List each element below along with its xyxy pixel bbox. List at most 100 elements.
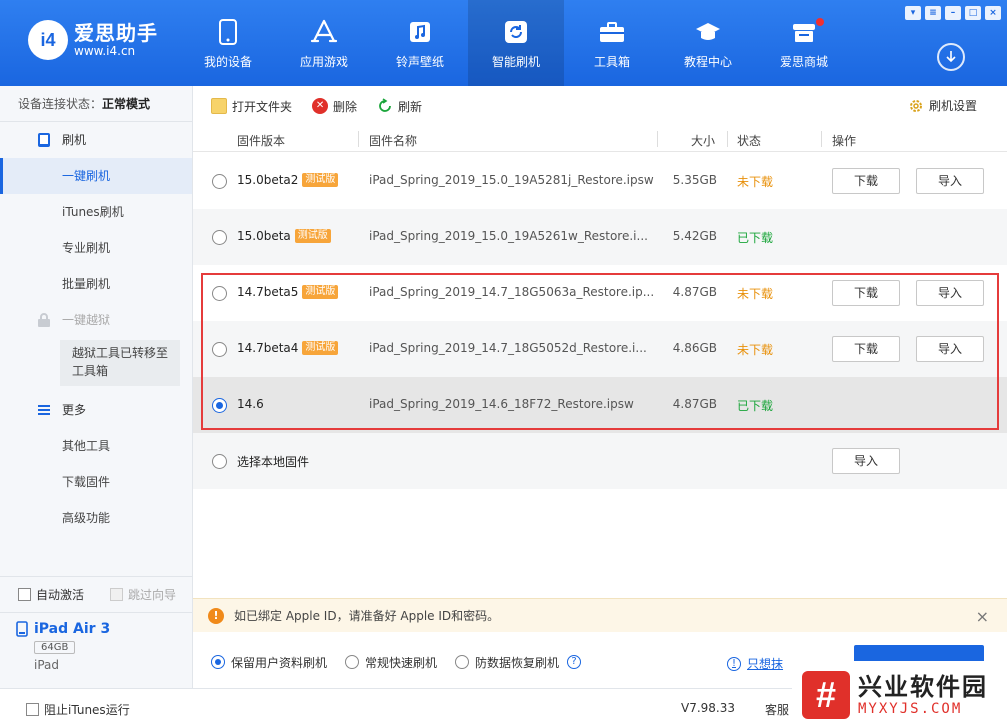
customer-service-link[interactable]: 客服 bbox=[765, 701, 789, 718]
download-icon[interactable] bbox=[937, 43, 965, 71]
status-value: 正常模式 bbox=[102, 97, 151, 111]
section-label: 更多 bbox=[62, 403, 87, 417]
table-row[interactable]: 15.0beta2 测试版 iPad_Spring_2019_15.0_19A52… bbox=[193, 153, 1007, 209]
nav-apps[interactable]: 应用游戏 bbox=[276, 0, 372, 86]
menu-icon[interactable]: ≡ bbox=[925, 6, 941, 20]
firmware-radio[interactable] bbox=[212, 342, 227, 357]
firmware-table-header: 固件版本 固件名称 大小 状态 操作 bbox=[193, 126, 1007, 152]
option-quick-flash[interactable]: 常规快速刷机 bbox=[345, 654, 437, 671]
app-version: V7.98.33 bbox=[681, 701, 736, 715]
device-type: iPad bbox=[34, 658, 60, 672]
import-button[interactable]: 导入 bbox=[916, 336, 984, 362]
option-label: 防数据恢复刷机 bbox=[475, 655, 560, 670]
nav-my-device[interactable]: 我的设备 bbox=[180, 0, 276, 86]
firmware-version: 14.6 bbox=[237, 397, 264, 411]
refresh-icon bbox=[501, 17, 531, 47]
download-button[interactable]: 下载 bbox=[832, 336, 900, 362]
block-itunes-label: 阻止iTunes运行 bbox=[44, 703, 130, 717]
close-icon[interactable]: × bbox=[985, 6, 1001, 20]
section-label: 一键越狱 bbox=[62, 313, 111, 327]
app-store-icon bbox=[309, 17, 339, 47]
gear-icon bbox=[909, 99, 922, 112]
table-row-selected[interactable]: 14.6 iPad_Spring_2019_14.6_18F72_Restore… bbox=[193, 377, 1007, 433]
firmware-radio[interactable] bbox=[212, 174, 227, 189]
nav-ringtones[interactable]: 铃声壁纸 bbox=[372, 0, 468, 86]
toolbar: 打开文件夹 ✕ 删除 刷新 刷机设置 bbox=[193, 86, 1007, 126]
sidebar-item-itunes-flash[interactable]: iTunes刷机 bbox=[0, 194, 192, 230]
import-button[interactable]: 导入 bbox=[916, 280, 984, 306]
refresh-button[interactable]: 刷新 bbox=[377, 98, 422, 115]
beta-badge: 测试版 bbox=[302, 285, 339, 299]
nav-toolbox[interactable]: 工具箱 bbox=[564, 0, 660, 86]
sidebar-item-one-click-flash[interactable]: 一键刷机 bbox=[0, 158, 192, 194]
nav-tutorials[interactable]: 教程中心 bbox=[660, 0, 756, 86]
import-button[interactable]: 导入 bbox=[916, 168, 984, 194]
sidebar-section-more: 更多 bbox=[0, 392, 192, 428]
flash-settings-button[interactable]: 刷机设置 bbox=[908, 97, 977, 114]
app-url: www.i4.cn bbox=[74, 44, 136, 58]
nav-label: 工具箱 bbox=[593, 54, 630, 69]
firmware-radio[interactable] bbox=[212, 398, 227, 413]
firmware-name: iPad_Spring_2019_14.7_18G5063a_Restore.i… bbox=[369, 285, 655, 299]
local-firmware-row[interactable]: 选择本地固件 导入 bbox=[193, 433, 1007, 489]
import-button[interactable]: 导入 bbox=[832, 448, 900, 474]
nav-shop[interactable]: 爱思商城 bbox=[756, 0, 852, 86]
help-icon[interactable]: ? bbox=[567, 655, 582, 669]
option-keep-data[interactable]: 保留用户资料刷机 bbox=[211, 654, 327, 671]
firmware-name: iPad_Spring_2019_15.0_19A5261w_Restore.i… bbox=[369, 229, 648, 243]
radio-icon bbox=[455, 655, 470, 669]
table-row[interactable]: 15.0beta 测试版 iPad_Spring_2019_15.0_19A526… bbox=[193, 209, 1007, 265]
delete-label: 删除 bbox=[333, 99, 358, 114]
sidebar-item-other-tools[interactable]: 其他工具 bbox=[0, 428, 192, 464]
firmware-radio[interactable] bbox=[212, 230, 227, 245]
refresh-icon bbox=[379, 98, 391, 112]
firmware-radio[interactable] bbox=[212, 454, 227, 469]
firmware-size: 4.86GB bbox=[672, 341, 717, 355]
device-name: iPad Air 3 bbox=[34, 621, 111, 637]
header-version: 固件版本 bbox=[237, 134, 286, 148]
option-anti-recovery[interactable]: 防数据恢复刷机 bbox=[455, 654, 559, 671]
firmware-radio[interactable] bbox=[212, 286, 227, 301]
auto-activate-checkbox[interactable] bbox=[18, 588, 31, 601]
maximize-icon[interactable]: □ bbox=[965, 6, 981, 20]
header-name: 固件名称 bbox=[369, 134, 418, 148]
block-itunes-option[interactable]: 阻止iTunes运行 bbox=[26, 701, 130, 718]
device-card[interactable]: iPad Air 3 64GB iPad bbox=[0, 612, 192, 688]
open-folder-label: 打开文件夹 bbox=[232, 99, 293, 114]
beta-badge: 测试版 bbox=[302, 173, 339, 187]
nav-label: 应用游戏 bbox=[299, 54, 348, 69]
close-icon[interactable]: × bbox=[976, 607, 989, 626]
download-button[interactable]: 下载 bbox=[832, 168, 900, 194]
download-button[interactable]: 下载 bbox=[832, 280, 900, 306]
refresh-label: 刷新 bbox=[398, 99, 423, 114]
delete-button[interactable]: ✕ 删除 bbox=[312, 98, 357, 115]
sidebar-item-pro-flash[interactable]: 专业刷机 bbox=[0, 230, 192, 266]
notice-text: 如已绑定 Apple ID，请准备好 Apple ID和密码。 bbox=[234, 609, 500, 623]
nav-label: 我的设备 bbox=[203, 54, 252, 69]
sidebar-item-batch-flash[interactable]: 批量刷机 bbox=[0, 266, 192, 302]
erase-link[interactable]: ! 只想抹 bbox=[727, 655, 783, 672]
firmware-status: 已下载 bbox=[737, 231, 774, 245]
nav-smart-flash[interactable]: 智能刷机 bbox=[468, 0, 564, 86]
watermark-url: MYXYJS.COM bbox=[858, 700, 963, 717]
sidebar-item-advanced[interactable]: 高级功能 bbox=[0, 500, 192, 536]
sidebar-item-download-firmware[interactable]: 下载固件 bbox=[0, 464, 192, 500]
open-folder-button[interactable]: 打开文件夹 bbox=[211, 98, 292, 115]
table-row[interactable]: 14.7beta5 测试版 iPad_Spring_2019_14.7_18G50… bbox=[193, 265, 1007, 321]
minimize-icon[interactable]: – bbox=[945, 6, 961, 20]
skip-guide-label: 跳过向导 bbox=[128, 588, 177, 602]
warning-icon: ! bbox=[208, 607, 224, 624]
firmware-status: 未下载 bbox=[737, 343, 774, 357]
firmware-name: iPad_Spring_2019_14.7_18G5052d_Restore.i… bbox=[369, 341, 647, 355]
firmware-status: 未下载 bbox=[737, 175, 774, 189]
auto-activate-label: 自动激活 bbox=[36, 588, 85, 602]
firmware-version: 15.0beta2 bbox=[237, 173, 299, 187]
skin-icon[interactable]: ▾ bbox=[905, 6, 921, 20]
beta-badge: 测试版 bbox=[294, 229, 331, 243]
firmware-status: 已下载 bbox=[737, 399, 774, 413]
table-row[interactable]: 14.7beta4 测试版 iPad_Spring_2019_14.7_18G50… bbox=[193, 321, 1007, 377]
option-label: 常规快速刷机 bbox=[365, 655, 438, 670]
block-itunes-checkbox[interactable] bbox=[26, 703, 39, 716]
toolbox-icon bbox=[597, 17, 627, 47]
main-nav: 我的设备 应用游戏 铃声壁纸 智能刷机 工具箱 教程中心 爱思商城 bbox=[180, 0, 852, 86]
